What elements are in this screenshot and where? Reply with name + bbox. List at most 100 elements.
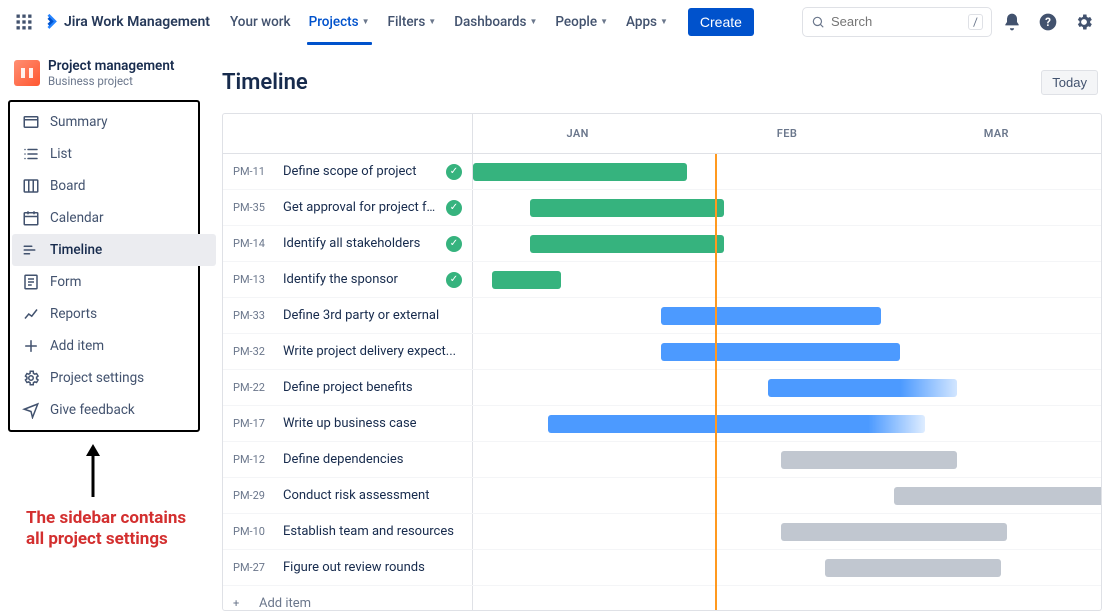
timeline-row[interactable]: PM-29 Conduct risk assessment xyxy=(223,478,1101,514)
issue-summary[interactable]: Define project benefits xyxy=(283,380,462,395)
issue-summary[interactable]: Conduct risk assessment xyxy=(283,488,462,503)
chevron-down-icon: ▼ xyxy=(362,17,370,26)
timeline-row-bars xyxy=(473,442,1101,477)
timeline-row-info: PM-17 Write up business case xyxy=(223,406,473,441)
status-done-icon: ✓ xyxy=(446,272,462,288)
issue-key[interactable]: PM-17 xyxy=(233,417,273,430)
issue-summary[interactable]: Write up business case xyxy=(283,416,462,431)
timeline-bar[interactable] xyxy=(768,379,956,397)
timeline-row[interactable]: PM-13 Identify the sponsor ✓ xyxy=(223,262,1101,298)
issue-key[interactable]: PM-10 xyxy=(233,525,273,538)
jira-logo-icon xyxy=(40,12,60,32)
issue-key[interactable]: PM-27 xyxy=(233,561,273,574)
issue-key[interactable]: PM-22 xyxy=(233,381,273,394)
timeline-bar[interactable] xyxy=(492,271,561,289)
sidebar-item-add-item[interactable]: Add item xyxy=(12,330,196,362)
timeline-icon xyxy=(22,241,40,259)
issue-key[interactable]: PM-33 xyxy=(233,309,273,322)
sidebar-item-board[interactable]: Board xyxy=(12,170,196,202)
timeline-month-mar: MAR xyxy=(892,114,1101,153)
calendar-icon xyxy=(22,209,40,227)
sidebar-item-form[interactable]: Form xyxy=(12,266,196,298)
timeline-months-header: JANFEBMAR xyxy=(473,114,1101,153)
search-input[interactable] xyxy=(831,14,968,29)
today-button[interactable]: Today xyxy=(1041,70,1098,95)
sidebar-item-calendar[interactable]: Calendar xyxy=(12,202,196,234)
timeline-row[interactable]: PM-27 Figure out review rounds xyxy=(223,550,1101,586)
issue-key[interactable]: PM-29 xyxy=(233,489,273,502)
timeline-row-bars xyxy=(473,262,1101,297)
create-button[interactable]: Create xyxy=(688,8,754,36)
timeline-bar[interactable] xyxy=(661,307,881,325)
timeline-bar[interactable] xyxy=(548,415,925,433)
annotation-arrow xyxy=(78,442,108,502)
nav-item-people[interactable]: People▼ xyxy=(547,8,616,36)
timeline-bar[interactable] xyxy=(825,559,1001,577)
issue-summary[interactable]: Get approval for project fund... xyxy=(283,200,436,215)
settings-icon[interactable] xyxy=(1068,6,1100,38)
issue-summary[interactable]: Establish team and resources xyxy=(283,524,462,539)
nav-item-filters[interactable]: Filters▼ xyxy=(380,8,445,36)
sidebar-item-label: Board xyxy=(50,178,86,194)
timeline-bar[interactable] xyxy=(894,487,1101,505)
timeline-bar[interactable] xyxy=(781,523,1007,541)
issue-summary[interactable]: Define scope of project xyxy=(283,164,436,179)
timeline-body[interactable]: PM-11 Define scope of project ✓ PM-35 Get ap… xyxy=(223,154,1101,610)
issue-key[interactable]: PM-35 xyxy=(233,201,273,214)
issue-summary[interactable]: Define dependencies xyxy=(283,452,462,467)
timeline-row[interactable]: PM-32 Write project delivery expect... xyxy=(223,334,1101,370)
issue-summary[interactable]: Define 3rd party or external xyxy=(283,308,462,323)
sidebar-item-give-feedback[interactable]: Give feedback xyxy=(12,394,196,426)
sidebar-nav: SummaryListBoardCalendarTimelineFormRepo… xyxy=(8,100,200,432)
plus-icon: + xyxy=(233,597,249,610)
timeline-row[interactable]: PM-10 Establish team and resources xyxy=(223,514,1101,550)
chevron-down-icon: ▼ xyxy=(529,17,537,26)
sidebar-item-list[interactable]: List xyxy=(12,138,196,170)
nav-item-apps[interactable]: Apps▼ xyxy=(618,8,676,36)
issue-key[interactable]: PM-32 xyxy=(233,345,273,358)
sidebar-item-summary[interactable]: Summary xyxy=(12,106,196,138)
project-type: Business project xyxy=(48,74,174,88)
project-header[interactable]: Project management Business project xyxy=(8,58,200,100)
help-icon[interactable]: ? xyxy=(1032,6,1064,38)
timeline-row[interactable]: PM-22 Define project benefits xyxy=(223,370,1101,406)
nav-item-dashboards[interactable]: Dashboards▼ xyxy=(446,8,545,36)
app-switcher-icon[interactable] xyxy=(12,10,36,34)
product-logo[interactable]: Jira Work Management xyxy=(40,12,210,32)
timeline-add-row[interactable]: +Add item xyxy=(223,586,1101,610)
timeline-row[interactable]: PM-17 Write up business case xyxy=(223,406,1101,442)
form-icon xyxy=(22,273,40,291)
issue-key[interactable]: PM-11 xyxy=(233,165,273,178)
timeline-row[interactable]: PM-11Define scope of project✓ xyxy=(223,154,1101,190)
timeline-row[interactable]: PM-33 Define 3rd party or external xyxy=(223,298,1101,334)
timeline-row[interactable]: PM-35Get approval for project fund...✓ xyxy=(223,190,1101,226)
nav-item-projects[interactable]: Projects▼ xyxy=(301,8,378,36)
search-input-wrapper[interactable]: / xyxy=(802,7,992,37)
project-avatar xyxy=(14,60,40,86)
nav-item-your-work[interactable]: Your work xyxy=(222,8,299,36)
sidebar-item-reports[interactable]: Reports xyxy=(12,298,196,330)
sidebar-item-timeline[interactable]: Timeline xyxy=(12,234,216,266)
timeline-bar[interactable] xyxy=(661,343,900,361)
timeline-row[interactable]: PM-14 Identify all stakeholders ✓ xyxy=(223,226,1101,262)
timeline-row-bars xyxy=(473,550,1101,585)
timeline-row-info: PM-22 Define project benefits xyxy=(223,370,473,405)
timeline-row[interactable]: PM-12 Define dependencies xyxy=(223,442,1101,478)
issue-key[interactable]: PM-12 xyxy=(233,453,273,466)
timeline-bar[interactable] xyxy=(473,163,687,181)
timeline-bar[interactable] xyxy=(530,199,725,217)
issue-summary[interactable]: Identify all stakeholders xyxy=(283,236,436,251)
status-done-icon: ✓ xyxy=(446,236,462,252)
sidebar-item-project-settings[interactable]: Project settings xyxy=(12,362,196,394)
issue-key[interactable]: PM-13 xyxy=(233,273,273,286)
issue-key[interactable]: PM-14 xyxy=(233,237,273,250)
timeline-bar[interactable] xyxy=(781,451,957,469)
issue-summary[interactable]: Identify the sponsor xyxy=(283,272,436,287)
board-icon xyxy=(22,177,40,195)
timeline-bar[interactable] xyxy=(530,235,725,253)
issue-summary[interactable]: Figure out review rounds xyxy=(283,560,462,575)
sidebar-item-label: Calendar xyxy=(50,210,104,226)
notifications-icon[interactable] xyxy=(996,6,1028,38)
issue-summary[interactable]: Write project delivery expect... xyxy=(283,344,462,359)
timeline-container: JANFEBMAR PM-11Define scope of project✓P… xyxy=(222,113,1102,611)
